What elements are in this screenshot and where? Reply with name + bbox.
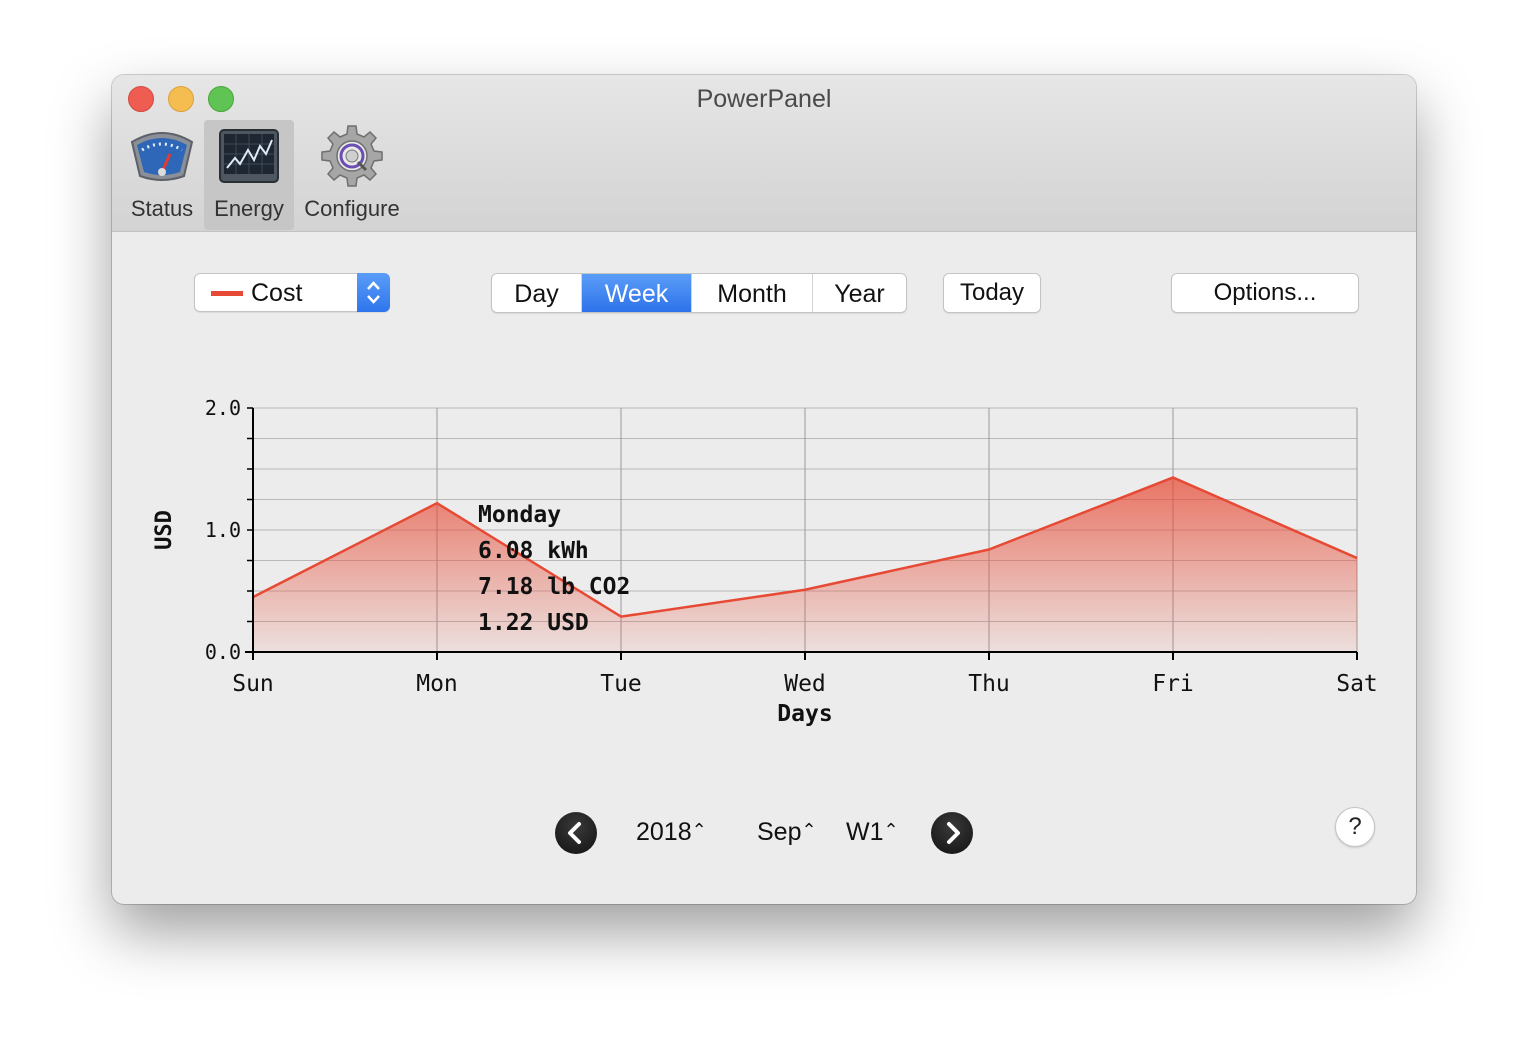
year-stepper[interactable]: 2018⌃: [636, 818, 707, 847]
week-stepper-icon[interactable]: ⌃: [884, 820, 899, 840]
powerpanel-window: PowerPanel Status Energy Configure Cost …: [112, 75, 1416, 904]
x-tick-label-sun: Sun: [232, 671, 274, 697]
x-tick-label-fri: Fri: [1152, 671, 1194, 697]
energy-chart: 0.0 1.0 2.0 Sun Mon Tue Wed Thu Fri Sat Days USD Mo…: [152, 396, 1378, 727]
previous-period-button[interactable]: [555, 812, 597, 854]
x-tick-label-tue: Tue: [600, 671, 642, 697]
x-tick-label-mon: Mon: [416, 671, 458, 697]
y-tick-label: 1.0: [205, 518, 241, 542]
tooltip-line: 7.18 lb CO2: [478, 574, 630, 600]
week-value: W1: [846, 818, 884, 846]
chevron-left-icon: [568, 822, 581, 844]
y-tick-label: 2.0: [205, 396, 241, 420]
tooltip-line: 1.22 USD: [478, 610, 589, 636]
tooltip-line: Monday: [478, 502, 561, 528]
month-value: Sep: [757, 818, 802, 846]
tooltip-line: 6.08 kWh: [478, 538, 589, 564]
x-tick-label-wed: Wed: [784, 671, 826, 697]
week-stepper[interactable]: W1⌃: [846, 818, 899, 847]
x-tick-label-thu: Thu: [968, 671, 1010, 697]
next-period-button[interactable]: [931, 812, 973, 854]
help-button[interactable]: ?: [1335, 807, 1375, 847]
year-stepper-icon[interactable]: ⌃: [692, 820, 707, 840]
chevron-right-icon: [947, 822, 960, 844]
y-axis-title: USD: [152, 510, 177, 550]
year-value: 2018: [636, 818, 692, 846]
x-axis-title: Days: [777, 701, 832, 727]
month-stepper-icon[interactable]: ⌃: [801, 820, 816, 840]
x-tick-label-sat: Sat: [1336, 671, 1378, 697]
month-stepper[interactable]: Sep⌃: [757, 818, 817, 847]
y-tick-label: 0.0: [205, 640, 241, 664]
